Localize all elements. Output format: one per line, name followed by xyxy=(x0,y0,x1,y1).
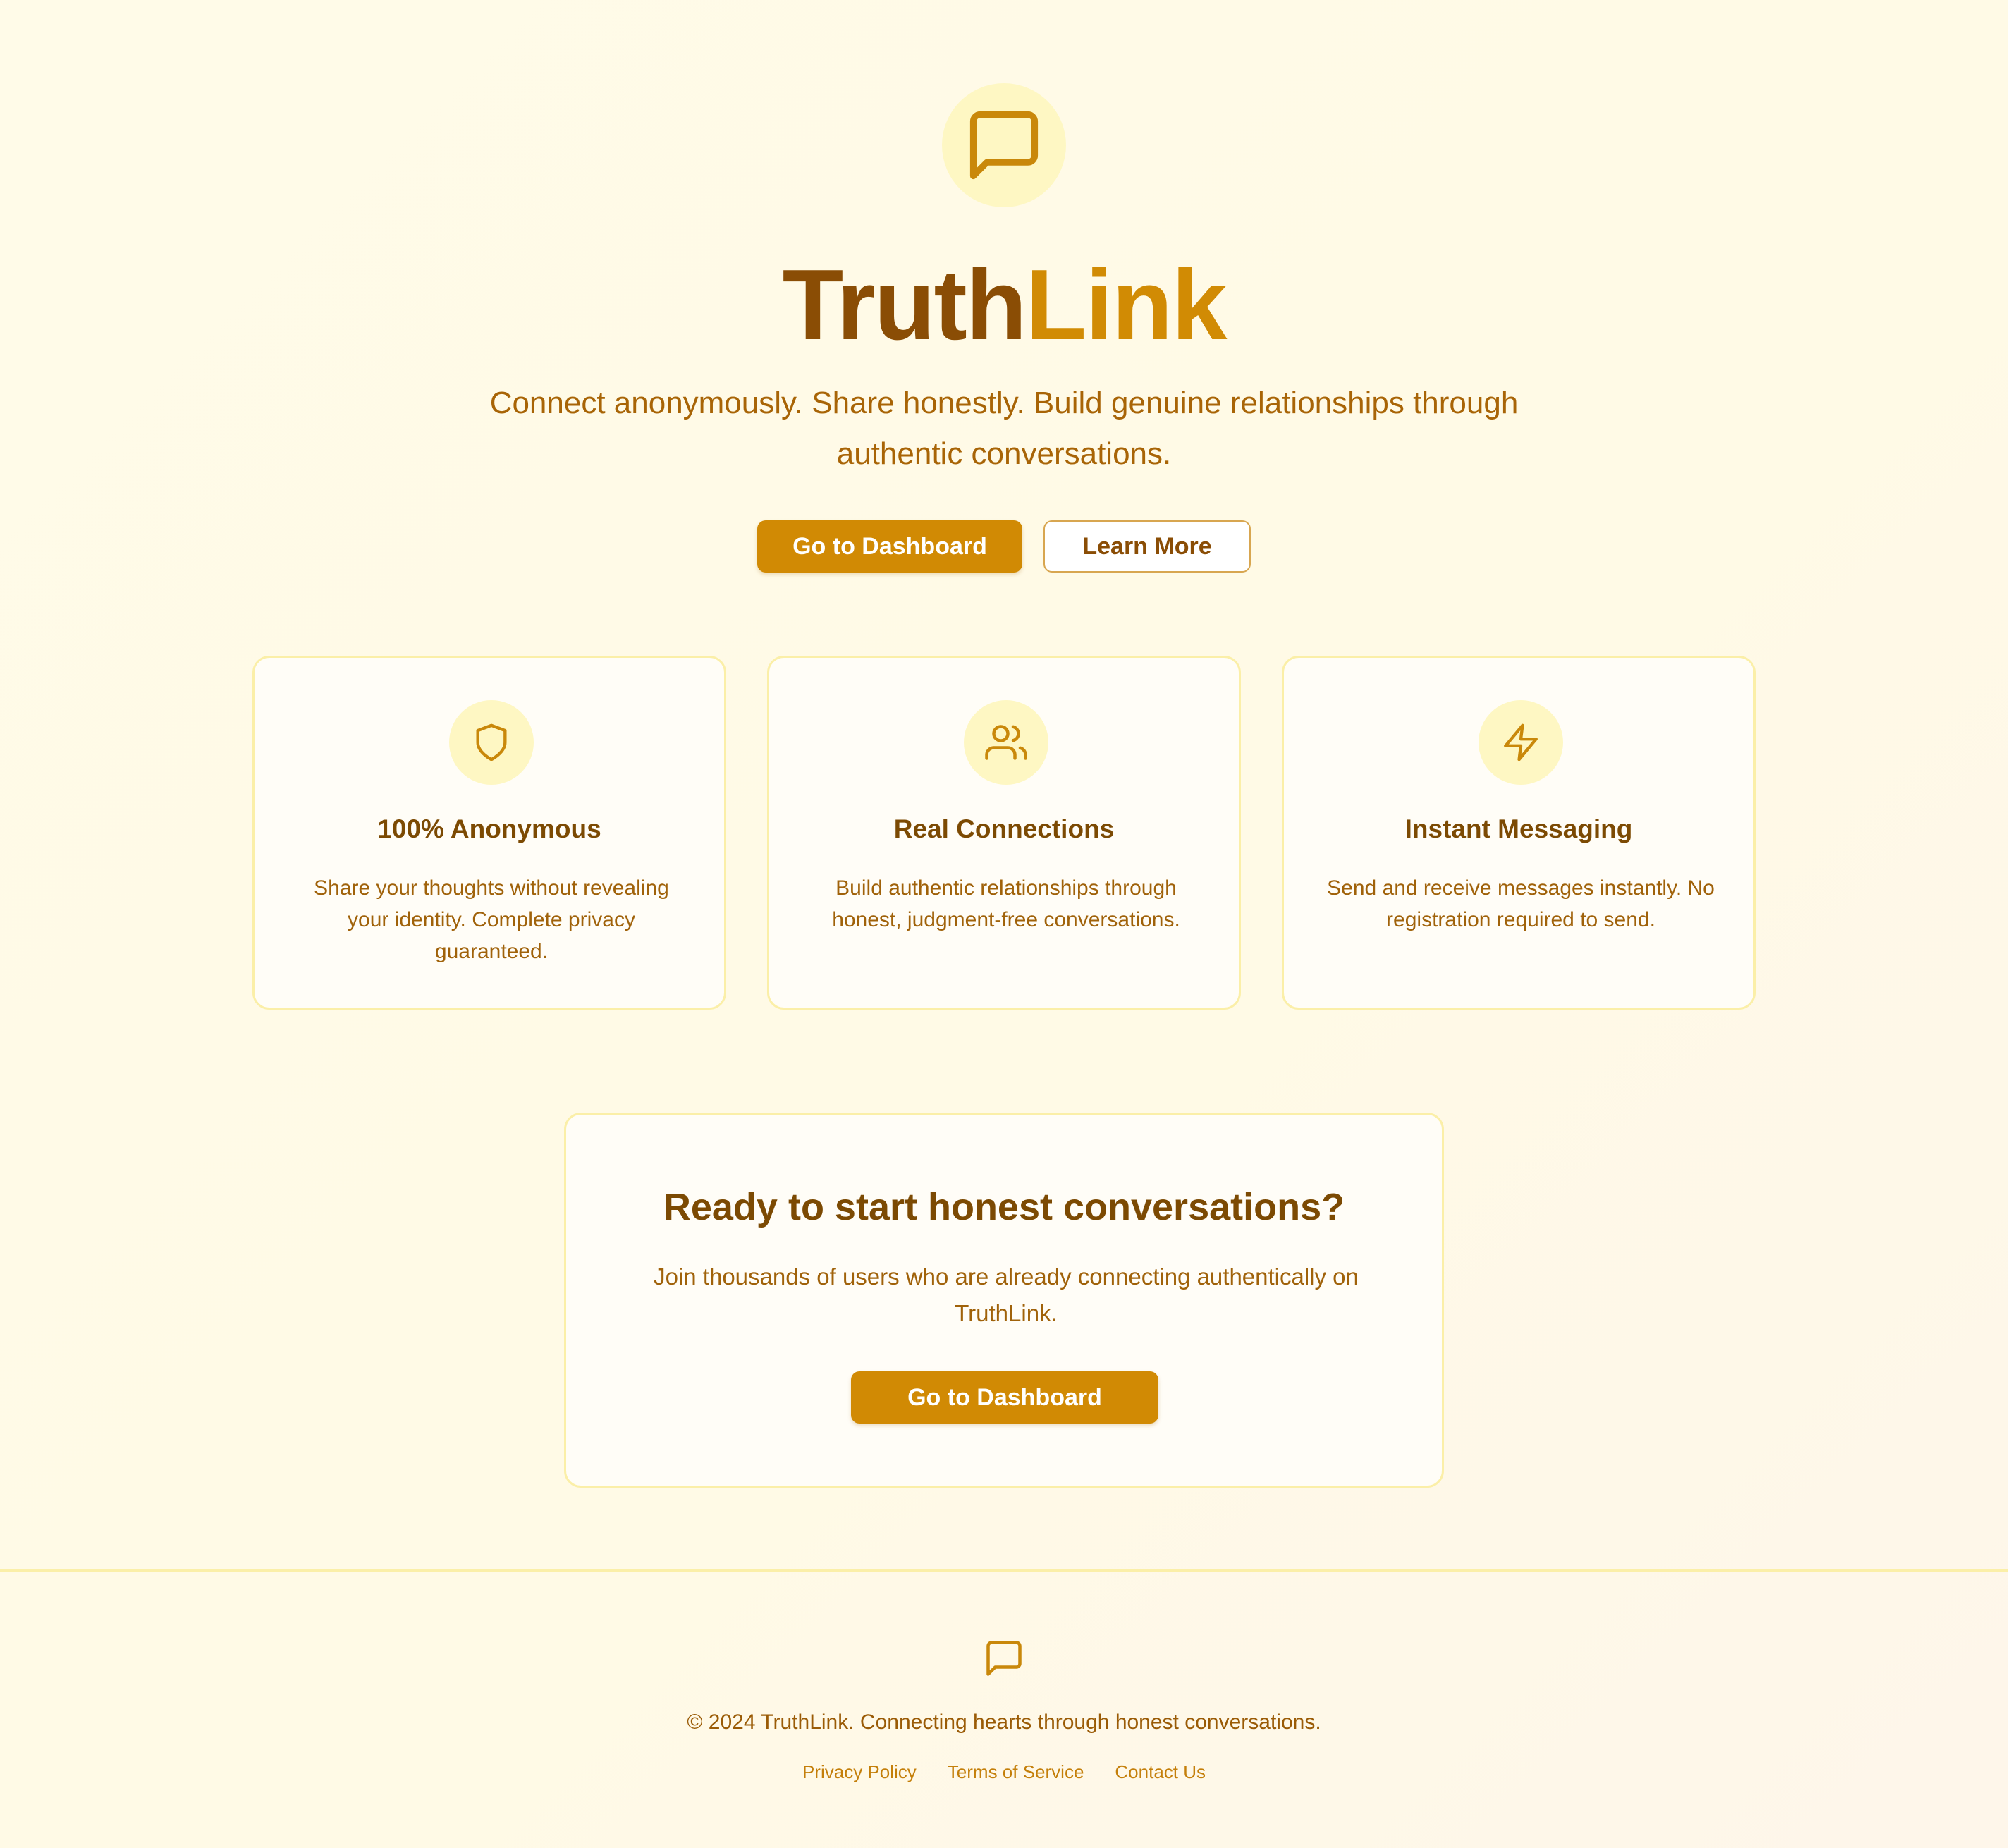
brand-name-part2: Link xyxy=(1025,249,1228,361)
go-to-dashboard-button[interactable]: Go to Dashboard xyxy=(757,520,1022,573)
terms-of-service-link[interactable]: Terms of Service xyxy=(948,1761,1084,1783)
feature-title: Real Connections xyxy=(893,814,1115,843)
footer-divider xyxy=(0,1569,2008,1572)
feature-description: Build authentic relationships through ho… xyxy=(832,876,1180,931)
feature-description: Send and receive messages instantly. No … xyxy=(1327,876,1715,931)
footer-copyright: © 2024 TruthLink. Connecting hearts thro… xyxy=(687,1711,1321,1734)
privacy-policy-link[interactable]: Privacy Policy xyxy=(802,1761,917,1783)
footer-links: Privacy Policy Terms of Service Contact … xyxy=(0,1761,2008,1783)
brand-name-part1: Truth xyxy=(782,249,1027,361)
cta-description: Join thousands of users who are already … xyxy=(654,1263,1359,1326)
feature-icon-badge xyxy=(1479,700,1563,785)
brand-title: TruthLink xyxy=(0,245,2008,365)
feature-title: Instant Messaging xyxy=(1404,814,1633,843)
lightning-icon xyxy=(1504,723,1538,761)
hero-tagline: Connect anonymously. Share honestly. Bui… xyxy=(489,386,1519,471)
logo-badge xyxy=(942,83,1066,207)
hero-section: TruthLink Connect anonymously. Share hon… xyxy=(0,0,2008,635)
feature-icon-badge xyxy=(964,700,1048,785)
feature-title: 100% Anonymous xyxy=(377,814,601,843)
message-square-icon xyxy=(969,111,1039,180)
cta-title: Ready to start honest conversations? xyxy=(663,1186,1345,1228)
cta-card: Ready to start honest conversations? Joi… xyxy=(564,1113,1444,1488)
feature-card-connections: Real Connections Build authentic relatio… xyxy=(767,656,1241,1010)
feature-card-anonymous: 100% Anonymous Share your thoughts witho… xyxy=(252,656,726,1010)
message-square-icon xyxy=(986,1641,1022,1676)
feature-description: Share your thoughts without revealing yo… xyxy=(314,876,669,963)
cta-go-to-dashboard-button[interactable]: Go to Dashboard xyxy=(851,1371,1158,1424)
contact-us-link[interactable]: Contact Us xyxy=(1115,1761,1206,1783)
shield-icon xyxy=(476,723,507,761)
feature-card-messaging: Instant Messaging Send and receive messa… xyxy=(1282,656,1756,1010)
users-icon xyxy=(985,725,1027,760)
feature-icon-badge xyxy=(449,700,534,785)
learn-more-button[interactable]: Learn More xyxy=(1043,520,1251,573)
